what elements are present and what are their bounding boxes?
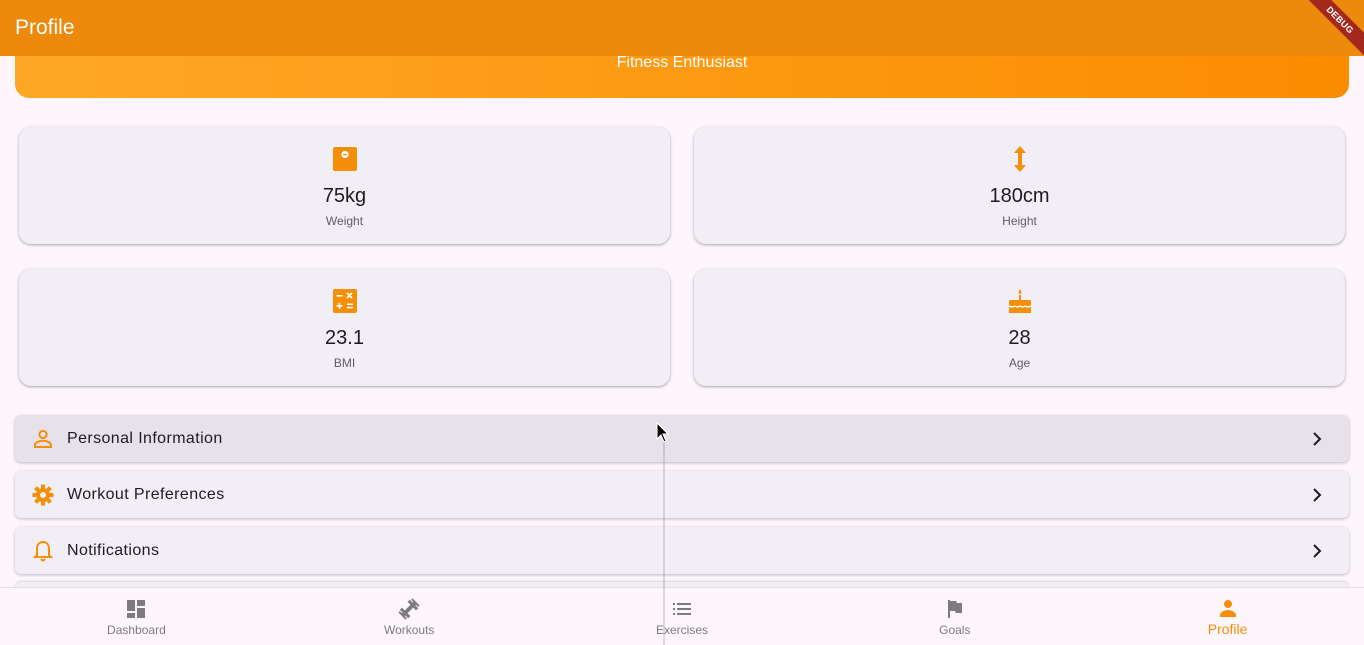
- menu-item-notifications[interactable]: Notifications: [15, 527, 1349, 574]
- stat-value: 75kg: [322, 185, 367, 207]
- menu-item-label: Notifications: [67, 541, 160, 559]
- person-outline-icon: [32, 428, 54, 450]
- chevron-right-icon: [1309, 431, 1325, 447]
- profile-subtitle: Fitness Enthusiast: [616, 54, 748, 71]
- chevron-right-icon: [1309, 487, 1325, 503]
- menu-item-label: Workout Preferences: [67, 485, 225, 503]
- stat-label: Weight: [325, 214, 364, 228]
- app-bar: Profile DEBUG: [0, 0, 1364, 56]
- stat-value: 23.1: [325, 327, 364, 349]
- gear-icon: [32, 484, 54, 506]
- cake-icon: [1007, 288, 1033, 314]
- stat-card-bmi[interactable]: 23.1 BMI: [19, 269, 670, 386]
- bell-icon: [32, 540, 54, 562]
- chevron-right-icon: [1309, 543, 1325, 559]
- stat-label: Height: [1002, 214, 1037, 228]
- height-icon: [1007, 146, 1033, 172]
- nav-label: Goals: [939, 623, 971, 637]
- flag-icon: [944, 598, 966, 620]
- nav-label: Dashboard: [107, 623, 166, 637]
- bottom-navigation: Dashboard Workouts Exercises Goals Profi…: [0, 587, 1364, 645]
- menu-item-label: Personal Information: [67, 429, 223, 447]
- nav-label: Workouts: [383, 623, 435, 637]
- stat-value: 28: [1008, 327, 1031, 349]
- scale-icon: [332, 146, 358, 172]
- stat-label: Age: [1008, 356, 1031, 370]
- stat-card-weight[interactable]: 75kg Weight: [19, 127, 670, 244]
- scroll-indicator-line: [663, 440, 665, 645]
- nav-item-goals[interactable]: Goals: [818, 588, 1091, 645]
- nav-item-workouts[interactable]: Workouts: [273, 588, 546, 645]
- nav-item-exercises[interactable]: Exercises: [546, 588, 819, 645]
- stat-value: 180cm: [989, 185, 1050, 207]
- debug-banner: DEBUG: [1298, 0, 1364, 56]
- stat-card-height[interactable]: 180cm Height: [694, 127, 1345, 244]
- stat-label: BMI: [333, 356, 356, 370]
- dumbbell-icon: [398, 598, 420, 620]
- mouse-cursor-icon: [656, 421, 670, 449]
- calculator-icon: [332, 288, 358, 314]
- menu-item-workout-preferences[interactable]: Workout Preferences: [15, 471, 1349, 518]
- menu-item-personal-information[interactable]: Personal Information: [15, 415, 1349, 462]
- nav-item-dashboard[interactable]: Dashboard: [0, 588, 273, 645]
- person-icon: [1217, 598, 1239, 620]
- nav-item-profile[interactable]: Profile: [1091, 588, 1364, 645]
- list-icon: [671, 598, 693, 620]
- page-title: Profile: [15, 16, 75, 39]
- stat-card-age[interactable]: 28 Age: [694, 269, 1345, 386]
- nav-label: Profile: [1207, 621, 1248, 637]
- dashboard-icon: [125, 598, 147, 620]
